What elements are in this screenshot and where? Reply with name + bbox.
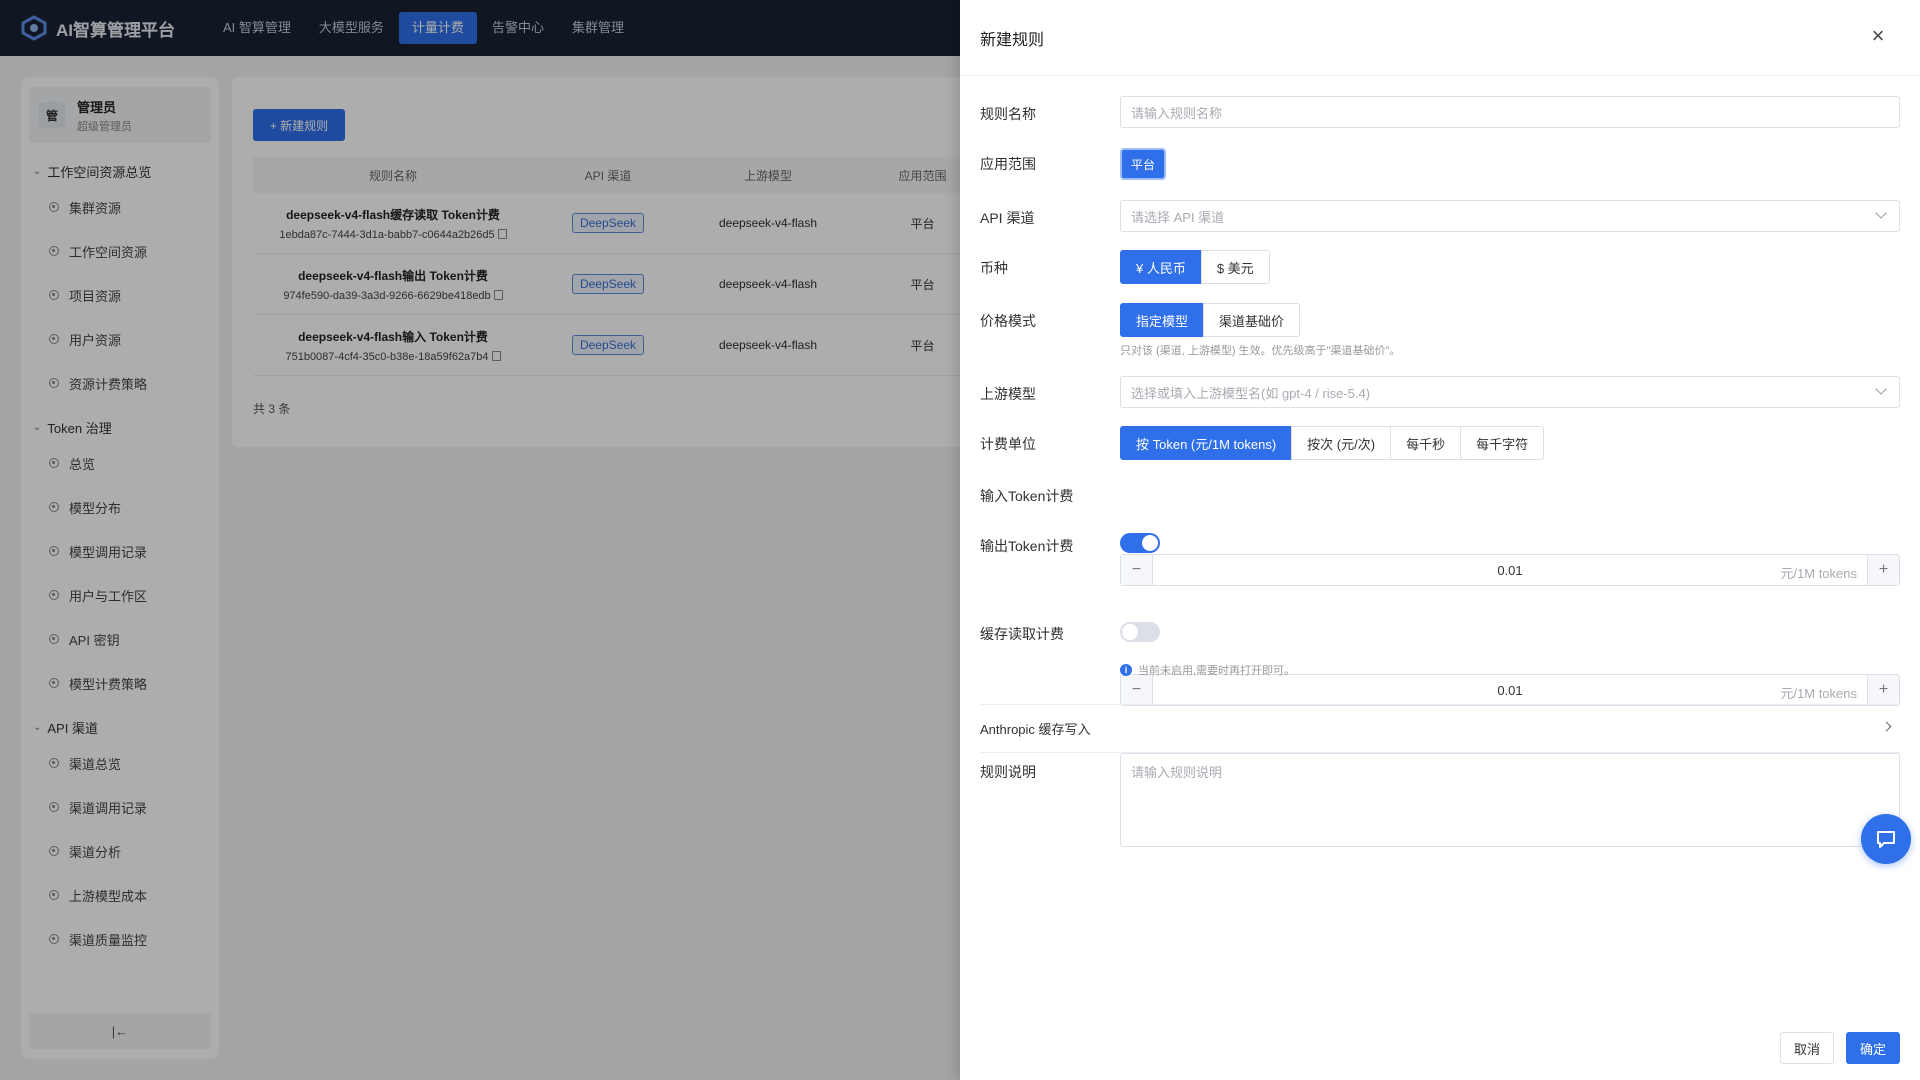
api-channel-placeholder: 请选择 API 渠道 [1131, 209, 1225, 225]
description-label: 规则说明 [980, 764, 1036, 780]
billing-unit-per-ksec-button[interactable]: 每千秒 [1390, 426, 1462, 460]
rule-name-input[interactable]: 请输入规则名称 [1120, 96, 1900, 128]
rule-name-label: 规则名称 [980, 106, 1036, 122]
output-token-value[interactable]: 0.01 [1153, 683, 1867, 698]
cache-read-switch[interactable] [1120, 622, 1160, 642]
output-token-stepper: − 0.01 元/1M tokens + [1120, 674, 1900, 706]
chevron-down-icon [1875, 207, 1887, 219]
input-token-stepper: − 0.01 元/1M tokens + [1120, 554, 1900, 586]
price-mode-base-button[interactable]: 渠道基础价 [1203, 303, 1301, 337]
input-token-value[interactable]: 0.01 [1153, 563, 1867, 578]
anthropic-cache-write-collapse[interactable]: Anthropic 缓存写入 [980, 718, 1900, 738]
output-token-unit: 元/1M tokens [1780, 686, 1857, 701]
switch-knob [1122, 624, 1138, 640]
price-mode-model-button[interactable]: 指定模型 [1120, 303, 1205, 337]
upstream-model-label: 上游模型 [980, 386, 1036, 402]
switch-knob [1142, 535, 1158, 551]
billing-unit-token-button[interactable]: 按 Token (元/1M tokens) [1120, 426, 1293, 460]
drawer-header: 新建规则 × [960, 0, 1920, 76]
currency-cny-button[interactable]: ¥ 人民币 [1120, 250, 1202, 284]
description-textarea[interactable]: 请输入规则说明 [1120, 753, 1900, 847]
scope-platform-button[interactable]: 平台 [1120, 148, 1166, 180]
info-icon: i [1120, 664, 1132, 676]
upstream-model-placeholder: 选择或填入上游模型名(如 gpt-4 / rise-5.4) [1131, 385, 1371, 401]
close-icon[interactable]: × [1864, 22, 1892, 50]
input-token-unit: 元/1M tokens [1780, 566, 1857, 581]
price-mode-hint: 只对该 (渠道, 上游模型) 生效。优先级高于"渠道基础价"。 [1120, 345, 1401, 357]
drawer-title: 新建规则 [980, 31, 1045, 49]
billing-unit-label: 计费单位 [980, 436, 1036, 452]
increment-button[interactable]: + [1867, 555, 1899, 585]
cache-read-hint: i 当前未启用,需要时再打开即可。 [1120, 662, 1295, 678]
output-token-label: 输出Token计费 [980, 538, 1074, 554]
increment-button[interactable]: + [1867, 675, 1899, 705]
api-channel-label: API 渠道 [980, 210, 1035, 226]
price-mode-label: 价格模式 [980, 313, 1036, 329]
billing-unit-per-kchar-button[interactable]: 每千字符 [1460, 426, 1545, 460]
billing-unit-per-call-button[interactable]: 按次 (元/次) [1291, 426, 1392, 460]
output-token-switch[interactable] [1120, 533, 1160, 553]
chat-float-button[interactable] [1861, 814, 1911, 864]
price-mode-segmented: 指定模型 渠道基础价 [1120, 303, 1301, 337]
cache-read-label: 缓存读取计费 [980, 626, 1064, 642]
cancel-button[interactable]: 取消 [1780, 1032, 1834, 1064]
chat-icon [1877, 831, 1895, 848]
confirm-button[interactable]: 确定 [1846, 1032, 1900, 1064]
chevron-right-icon [1881, 721, 1892, 732]
chevron-down-icon [1875, 383, 1887, 395]
upstream-model-select[interactable]: 选择或填入上游模型名(如 gpt-4 / rise-5.4) [1120, 376, 1900, 408]
input-token-label: 输入Token计费 [980, 488, 1074, 504]
cache-read-hint-text: 当前未启用,需要时再打开即可。 [1138, 665, 1296, 677]
scope-label: 应用范围 [980, 156, 1036, 172]
new-rule-drawer: 新建规则 × 规则名称 请输入规则名称 应用范围 平台 API 渠道 请选择 A… [960, 0, 1920, 1080]
divider [980, 704, 1900, 705]
api-channel-select[interactable]: 请选择 API 渠道 [1120, 200, 1900, 232]
billing-unit-segmented: 按 Token (元/1M tokens) 按次 (元/次) 每千秒 每千字符 [1120, 426, 1545, 460]
decrement-button[interactable]: − [1121, 675, 1153, 705]
currency-usd-button[interactable]: $ 美元 [1200, 250, 1270, 284]
decrement-button[interactable]: − [1121, 555, 1153, 585]
currency-segmented: ¥ 人民币 $ 美元 [1120, 250, 1270, 284]
currency-label: 币种 [980, 260, 1008, 276]
anthropic-label: Anthropic 缓存写入 [980, 721, 1091, 737]
